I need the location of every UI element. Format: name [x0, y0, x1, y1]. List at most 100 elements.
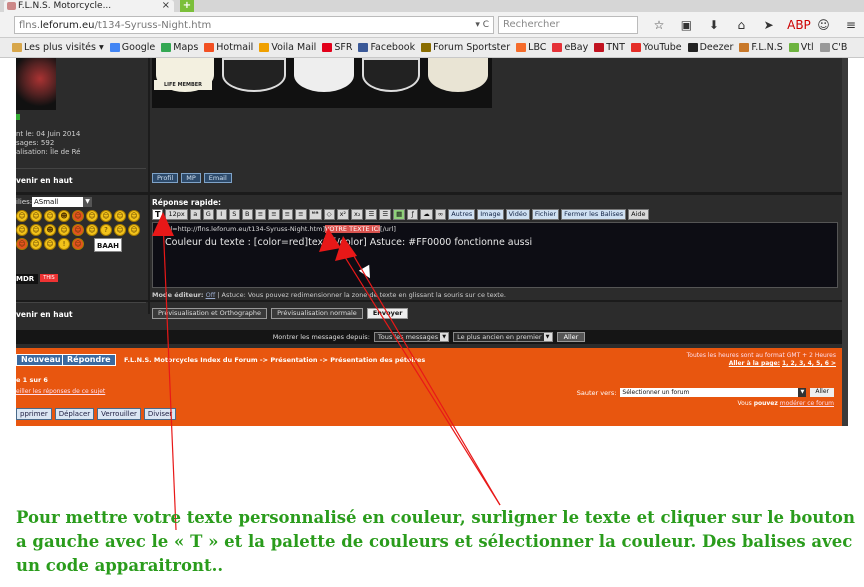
toolbar-button-25[interactable]: Fermer les Balises [561, 208, 627, 220]
toolbar-button-20[interactable]: ∞ [434, 208, 447, 220]
toolbar-button-19[interactable]: ☁ [420, 208, 433, 220]
smiley-icon[interactable]: ☺ [44, 238, 56, 250]
smiley-icon[interactable]: ☻ [44, 224, 56, 236]
toolbar-button-13[interactable]: x² [336, 208, 350, 220]
toolbar-button-1[interactable]: 12px [165, 208, 188, 220]
bookmark-8[interactable]: LBC [516, 42, 546, 53]
smiley-icon[interactable]: ☺ [114, 224, 126, 236]
toolbar-button-15[interactable]: ☰ [365, 208, 378, 220]
smiley-icon[interactable]: ☺ [58, 224, 70, 236]
send-icon[interactable]: ➤ [760, 18, 778, 32]
browser-tab[interactable]: F.L.N.S. Motorcycle... × [4, 0, 174, 12]
bookmark-1[interactable]: Google [109, 42, 155, 53]
home-icon[interactable]: ⌂ [732, 18, 750, 32]
smilies-set-select[interactable]: ASmall ▼ [32, 197, 92, 207]
new-tab-button[interactable]: + [180, 0, 194, 12]
bookmark-14[interactable]: Vtl [788, 42, 814, 53]
close-tab-icon[interactable]: × [162, 0, 170, 11]
toolbar-button-7[interactable]: ≡ [254, 208, 267, 220]
text-color-t-button[interactable]: T [152, 208, 164, 220]
smiley-blaah[interactable]: BAAH [94, 238, 122, 252]
toolbar-button-14[interactable]: x₂ [351, 208, 364, 220]
toolbar-button-5[interactable]: S [228, 208, 240, 220]
reply-button[interactable]: Répondre [62, 354, 116, 366]
bookmark-9[interactable]: eBay [552, 42, 588, 53]
show-messages-go-button[interactable]: Aller [556, 332, 586, 342]
new-topic-button[interactable]: Nouveau [16, 354, 66, 366]
toolbar-button-6[interactable]: B [241, 208, 253, 220]
watch-topic-link[interactable]: eiller les réponses de ce sujet [16, 388, 105, 395]
reading-list-icon[interactable]: ▣ [677, 18, 695, 32]
toolbar-button-24[interactable]: Fichier [531, 208, 560, 220]
toolbar-button-17[interactable]: ▦ [393, 208, 406, 220]
goto-page-links[interactable]: 1, 2, 3, 4, 5, 6 > [782, 360, 836, 367]
menu-icon[interactable]: ≡ [842, 18, 860, 32]
smiley-icon[interactable]: ☺ [100, 210, 112, 222]
smiley-icon[interactable]: ☺ [128, 224, 140, 236]
bookmark-2[interactable]: Maps [161, 42, 198, 53]
adblock-icon[interactable]: ABP [787, 18, 811, 32]
smiley-icon[interactable]: ☺ [72, 224, 84, 236]
smiley-icon[interactable]: ☺ [30, 238, 42, 250]
toolbar-button-9[interactable]: ≡ [281, 208, 294, 220]
toolbar-button-3[interactable]: G [202, 208, 214, 220]
jump-go-button[interactable]: Aller [810, 388, 834, 397]
bookmark-5[interactable]: SFR [322, 42, 352, 53]
search-input[interactable]: Rechercher [498, 16, 638, 34]
account-icon[interactable]: ☺ [815, 18, 833, 32]
download-icon[interactable]: ⬇ [705, 18, 723, 32]
smiley-icon[interactable]: ☺ [16, 210, 28, 222]
smiley-icon[interactable]: ? [100, 224, 112, 236]
smiley-icon[interactable]: ! [58, 238, 70, 250]
smiley-icon[interactable]: ☺ [44, 210, 56, 222]
toolbar-button-21[interactable]: Autres [448, 208, 476, 220]
bookmark-7[interactable]: Forum Sportster [421, 42, 510, 53]
toolbar-button-2[interactable]: a [189, 208, 201, 220]
toolbar-button-12[interactable]: ◇ [323, 208, 335, 220]
bookmark-10[interactable]: TNT [594, 42, 625, 53]
delete-topic-button[interactable]: pprimer [16, 408, 52, 420]
smiley-tag[interactable]: THIS [40, 274, 58, 282]
smiley-icon[interactable]: ☺ [72, 210, 84, 222]
smiley-icon[interactable]: ☺ [114, 210, 126, 222]
back-to-top-link-2[interactable]: venir en haut [16, 302, 146, 326]
send-button[interactable]: Envoyer [366, 308, 409, 319]
move-topic-button[interactable]: Déplacer [54, 408, 95, 420]
split-topic-button[interactable]: Diviser [143, 408, 177, 420]
reload-icon[interactable]: ▾ C [475, 20, 489, 30]
lock-topic-button[interactable]: Verrouiller [97, 408, 141, 420]
bookmark-4[interactable]: Voila Mail [259, 42, 316, 53]
bookmark-12[interactable]: Deezer [687, 42, 733, 53]
toolbar-button-16[interactable]: ☰ [379, 208, 392, 220]
toolbar-button-8[interactable]: ≡ [268, 208, 280, 220]
smiley-icon[interactable]: ☺ [86, 210, 98, 222]
breadcrumb[interactable]: F.L.N.S. Motorcycles Index du Forum -> P… [124, 356, 425, 364]
toolbar-button-4[interactable]: I [215, 208, 227, 220]
profile-button[interactable]: Profil [152, 173, 179, 183]
toolbar-button-22[interactable]: Image [477, 208, 504, 220]
back-to-top-link[interactable]: venir en haut [16, 168, 146, 192]
reply-textarea[interactable]: [url=http://flns.leforum.eu/t134-Syruss-… [152, 222, 838, 288]
preview-button[interactable]: Prévisualisation normale [271, 308, 363, 319]
toolbar-button-23[interactable]: Vidéo [505, 208, 530, 220]
toolbar-button-26[interactable]: Aide [628, 208, 649, 220]
bookmark-15[interactable]: C'B [819, 42, 847, 53]
pm-button[interactable]: MP [181, 173, 201, 183]
bookmark-0[interactable]: Les plus visités ▾ [12, 42, 104, 53]
smiley-icon[interactable]: ☺ [86, 224, 98, 236]
jump-forum-select[interactable]: Sélectionner un forum ▼ [620, 388, 807, 397]
smiley-icon[interactable]: ☺ [30, 224, 42, 236]
smiley-icon[interactable]: ☻ [58, 210, 70, 222]
bookmark-star-icon[interactable]: ☆ [650, 18, 668, 32]
smiley-icon[interactable]: ☺ [30, 210, 42, 222]
messages-range-select[interactable]: Tous les messages ▼ [373, 332, 450, 342]
bookmark-11[interactable]: YouTube [630, 42, 682, 53]
bookmark-6[interactable]: Facebook [358, 42, 415, 53]
smiley-icon[interactable]: ☺ [72, 238, 84, 250]
toolbar-button-18[interactable]: ƒ [407, 208, 419, 220]
messages-order-select[interactable]: Le plus ancien en premier ▼ [453, 332, 553, 342]
smiley-icon[interactable]: ☺ [16, 224, 28, 236]
editor-mode-toggle[interactable]: Off [206, 291, 216, 299]
moderate-link[interactable]: modérer ce forum [780, 400, 834, 407]
toolbar-button-10[interactable]: ≡ [295, 208, 307, 220]
